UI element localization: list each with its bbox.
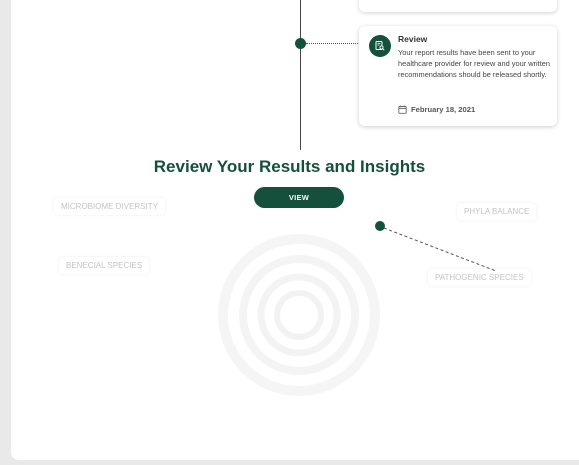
pathogenic-species-dot (375, 221, 385, 231)
target-rings-graphic (218, 234, 380, 396)
